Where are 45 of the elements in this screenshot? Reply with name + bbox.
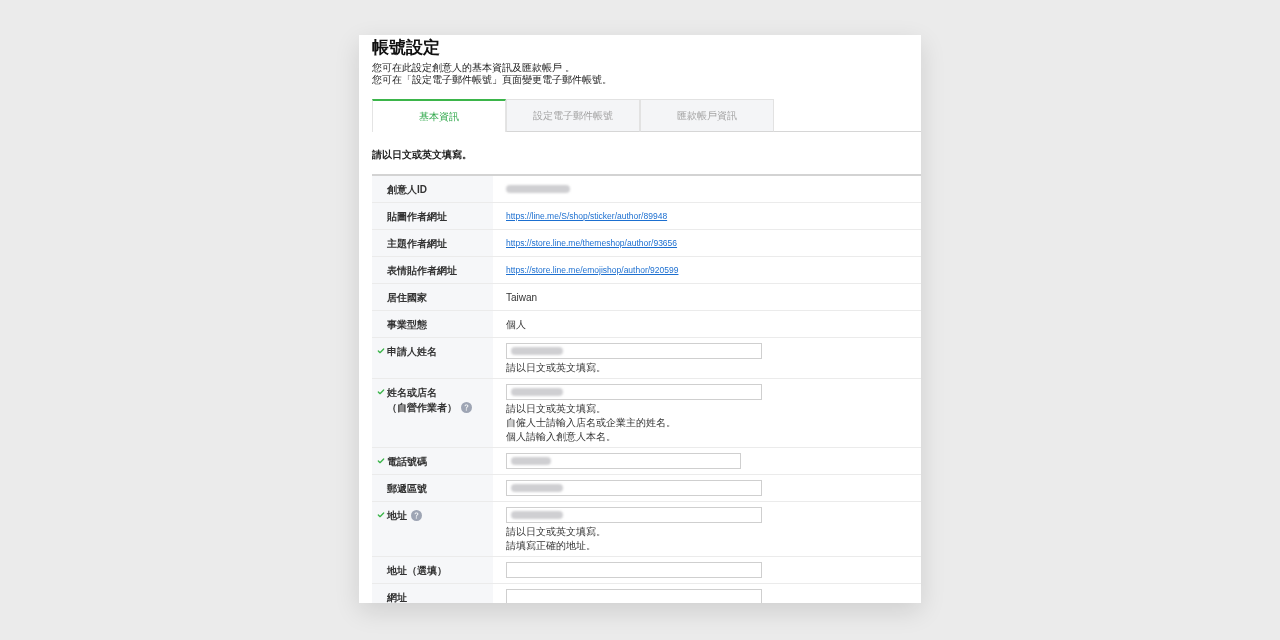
blurred-value — [511, 457, 551, 465]
field-label: 創意人ID — [387, 182, 427, 197]
input-field[interactable] — [506, 589, 762, 603]
input-field[interactable] — [506, 480, 762, 496]
input-field[interactable] — [506, 562, 762, 578]
description-text: 您可在「設定電子郵件帳號」頁面變更電子郵件帳號。 — [372, 74, 613, 86]
author-link[interactable]: https://store.line.me/themeshop/author/93656 — [506, 236, 678, 250]
blurred-value — [506, 185, 570, 193]
input-field[interactable] — [506, 453, 741, 469]
input-field[interactable] — [506, 507, 762, 523]
field-label: 郵遞區號 — [387, 481, 427, 496]
blurred-value — [511, 347, 563, 355]
hint-text: 自僱人士請輸入店名或企業主的姓名。 — [506, 416, 677, 430]
help-icon[interactable] — [411, 509, 422, 521]
field-label: 地址 — [387, 508, 407, 523]
blurred-value — [511, 484, 563, 492]
description-text: 您可在此設定創意人的基本資訊及匯款帳戶 。 — [372, 62, 576, 74]
hint-text: 請以日文或英文填寫。 — [506, 525, 607, 539]
field-label: 網址 — [387, 590, 407, 603]
hint-text: 個人請輸入創意人本名。 — [506, 430, 617, 444]
hint-text: 請以日文或英文填寫。 — [506, 361, 607, 375]
notice-text: 請以日文或英文填寫。 — [372, 148, 473, 162]
page-title: 帳號設定 — [372, 37, 441, 59]
field-label: 申請人姓名 — [387, 344, 437, 359]
field-label: 事業型態 — [387, 317, 427, 332]
field-label: 地址（選填） — [387, 563, 447, 578]
input-field[interactable] — [506, 343, 762, 359]
field-label: 表情貼作者網址 — [387, 263, 457, 278]
hint-text: 請填寫正確的地址。 — [506, 539, 597, 553]
field-label: 貼圖作者網址 — [387, 209, 447, 224]
author-link[interactable]: https://store.line.me/emojishop/author/920599 — [506, 263, 679, 277]
tab[interactable]: 基本資訊 — [372, 99, 506, 132]
field-value: Taiwan — [506, 290, 538, 305]
blurred-value — [511, 388, 563, 396]
author-link[interactable]: https://line.me/S/shop/sticker/author/89948 — [506, 209, 668, 223]
input-field[interactable] — [506, 384, 762, 400]
field-label-note: （自營作業者） — [387, 401, 457, 415]
blurred-value — [511, 511, 563, 519]
help-icon[interactable] — [461, 402, 472, 413]
field-label: 電話號碼 — [387, 454, 427, 469]
field-label: 居住國家 — [387, 290, 427, 305]
field-label: 主題作者網址 — [387, 236, 447, 251]
field-label: 姓名或店名 — [387, 385, 437, 400]
hint-text: 請以日文或英文填寫。 — [506, 402, 607, 416]
field-value: 個人 — [506, 317, 526, 332]
